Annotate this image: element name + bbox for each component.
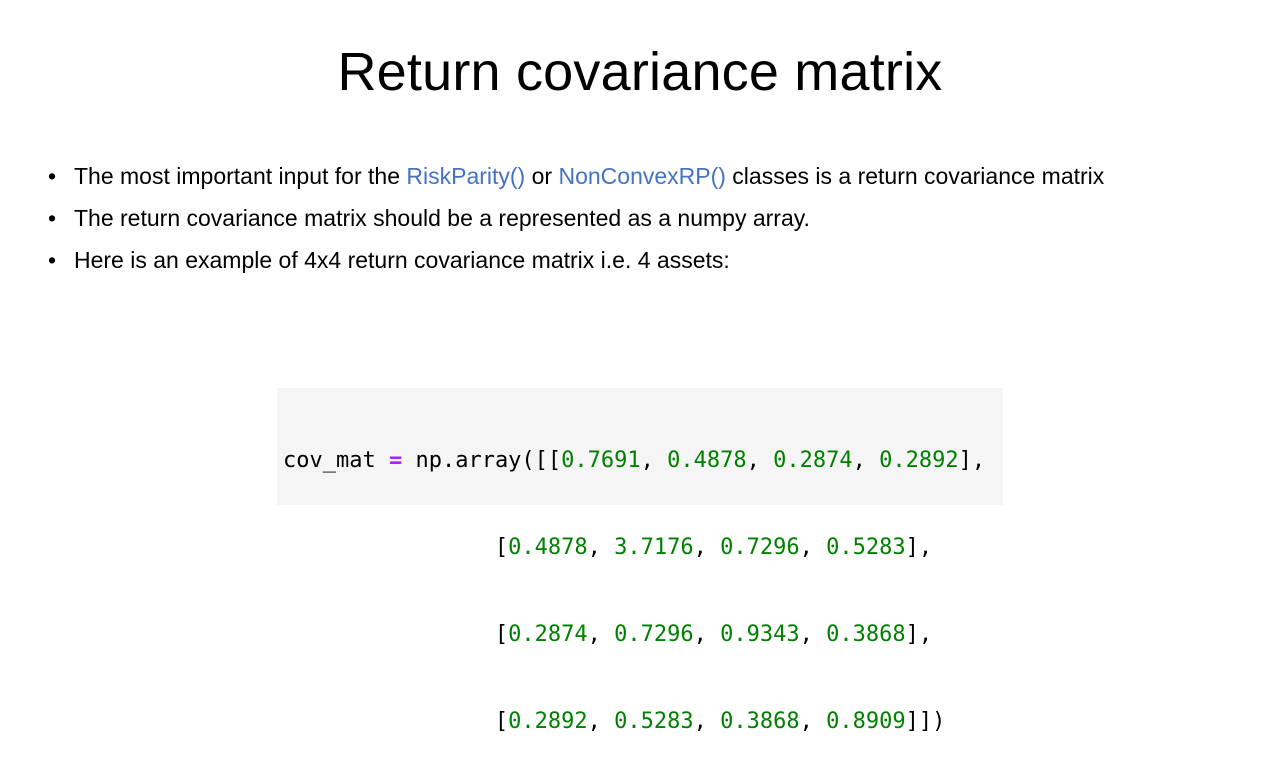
code-row-open: [ [494, 622, 509, 647]
code-separator: , [799, 535, 827, 560]
matrix-cell: 0.7296 [720, 535, 800, 560]
matrix-cell: 0.2874 [773, 448, 853, 473]
matrix-cell: 0.7296 [614, 622, 694, 647]
code-line: [0.2892, 0.5283, 0.3868, 0.8909]]) [283, 707, 1003, 736]
bullet-text-suffix: classes is a return covariance matrix [725, 163, 1105, 189]
code-separator: , [799, 622, 827, 647]
code-variable: cov_mat [283, 448, 376, 473]
code-separator: , [587, 709, 615, 734]
code-separator: , [693, 535, 721, 560]
matrix-cell: 0.2892 [508, 709, 588, 734]
slide-title: Return covariance matrix [337, 42, 943, 102]
code-row-close: ], [905, 622, 933, 647]
matrix-cell: 0.2892 [879, 448, 959, 473]
code-row-open: [ [494, 535, 509, 560]
matrix-cell: 0.4878 [667, 448, 747, 473]
bullet-list: • The most important input for the RiskP… [48, 162, 1128, 288]
matrix-cell: 0.3868 [826, 622, 906, 647]
code-operator: = [388, 448, 403, 473]
code-separator: , [587, 535, 615, 560]
bullet-item-numpy: • The return covariance matrix should be… [48, 204, 1128, 233]
matrix-cell: 0.2874 [508, 622, 588, 647]
matrix-cell: 0.7691 [561, 448, 641, 473]
bullet-dot-icon: • [48, 163, 57, 189]
code-separator: , [693, 709, 721, 734]
bullet-text-middle: or [525, 163, 559, 189]
code-snippet: cov_mat = np.array([[0.7691, 0.4878, 0.2… [277, 388, 1003, 734]
matrix-cell: 0.4878 [508, 535, 588, 560]
bullet-text: The return covariance matrix should be a… [74, 205, 810, 231]
matrix-cell: 0.3868 [720, 709, 800, 734]
nonconvexrp-class-name: NonConvexRP() [558, 163, 726, 189]
bullet-text: Here is an example of 4x4 return covaria… [74, 247, 730, 273]
code-separator: , [587, 622, 615, 647]
code-separator: , [693, 622, 721, 647]
code-line: [0.4878, 3.7176, 0.7296, 0.5283], [283, 533, 1003, 562]
bullet-item-example: • Here is an example of 4x4 return covar… [48, 246, 1128, 275]
code-call-open: np.array([[ [415, 448, 562, 473]
matrix-cell: 0.8909 [826, 709, 906, 734]
code-row-close: ], [958, 448, 986, 473]
riskparity-class-name: RiskParity() [406, 163, 526, 189]
bullet-text-prefix: The most important input for the [74, 163, 407, 189]
bullet-dot-icon: • [48, 247, 57, 273]
matrix-cell: 0.5283 [614, 709, 694, 734]
code-row-close: ], [905, 535, 933, 560]
bullet-item-input: • The most important input for the RiskP… [48, 162, 1128, 191]
code-line: cov_mat = np.array([[0.7691, 0.4878, 0.2… [283, 446, 1003, 475]
code-row-open: [ [494, 709, 509, 734]
code-row-close: ]]) [905, 709, 946, 734]
bullet-dot-icon: • [48, 205, 57, 231]
matrix-cell: 3.7176 [614, 535, 694, 560]
matrix-cell: 0.5283 [826, 535, 906, 560]
code-separator: , [746, 448, 774, 473]
code-line: [0.2874, 0.7296, 0.9343, 0.3868], [283, 620, 1003, 649]
code-separator: , [640, 448, 668, 473]
matrix-cell: 0.9343 [720, 622, 800, 647]
code-separator: , [852, 448, 880, 473]
code-separator: , [799, 709, 827, 734]
